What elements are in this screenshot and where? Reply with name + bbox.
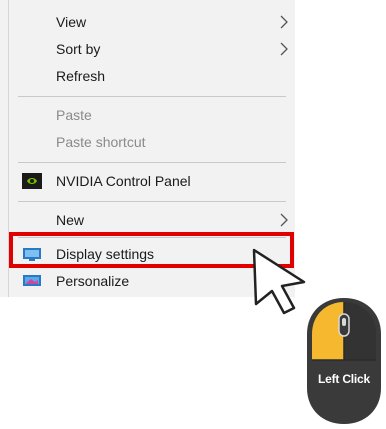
menu-item-label: Personalize <box>56 273 130 289</box>
mouse-pointer-icon <box>252 248 306 315</box>
menu-separator <box>18 162 286 163</box>
menu-separator <box>18 201 286 202</box>
menu-item-paste: Paste <box>9 102 295 128</box>
menu-item-label: Paste shortcut <box>56 134 146 150</box>
menu-item-nvidia-control-panel[interactable]: NVIDIA Control Panel <box>9 168 295 194</box>
menu-item-view[interactable]: View <box>9 9 295 35</box>
menu-item-label: NVIDIA Control Panel <box>56 173 191 189</box>
menu-item-label: Paste <box>56 107 92 123</box>
chevron-right-icon <box>280 213 288 227</box>
left-click-mouse-icon <box>307 298 381 424</box>
left-click-label: Left Click <box>317 372 370 386</box>
screenshot-stage: View Sort by Refresh Paste Paste shortcu… <box>0 0 386 429</box>
menu-item-paste-shortcut: Paste shortcut <box>9 129 295 155</box>
menu-item-new[interactable]: New <box>9 207 295 233</box>
menu-item-refresh[interactable]: Refresh <box>9 63 295 89</box>
menu-item-label: New <box>56 212 85 228</box>
nvidia-icon <box>22 173 42 189</box>
personalize-icon <box>23 275 41 286</box>
chevron-right-icon <box>280 42 288 56</box>
chevron-right-icon <box>280 15 288 29</box>
menu-item-label: View <box>56 14 87 30</box>
menu-item-label: Sort by <box>56 41 101 57</box>
menu-item-label: Refresh <box>56 68 106 84</box>
menu-separator <box>18 96 286 97</box>
menu-item-sort-by[interactable]: Sort by <box>9 36 295 62</box>
